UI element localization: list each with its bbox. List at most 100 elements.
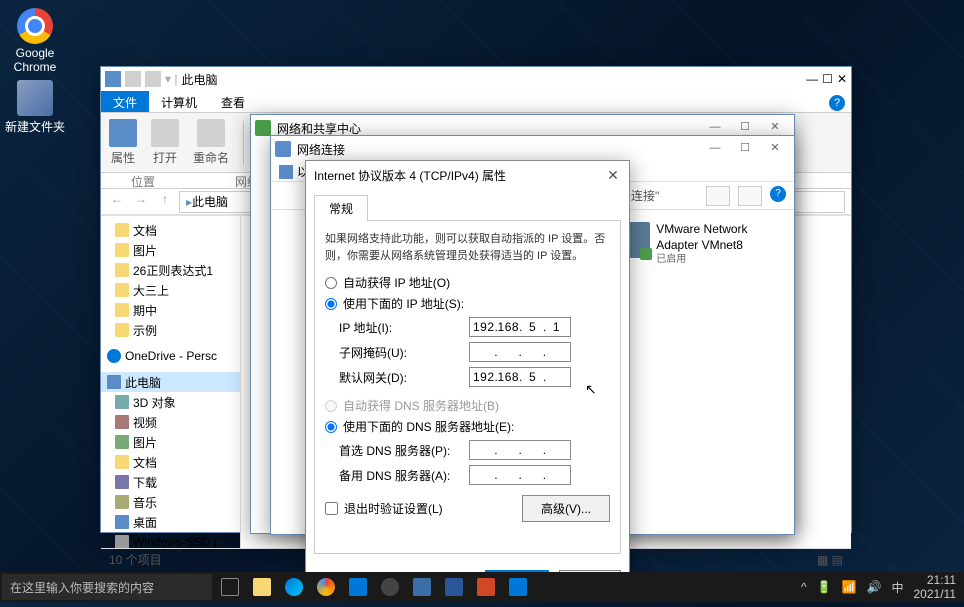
dns1-label: 首选 DNS 服务器(P): [339,442,469,459]
radio-auto-ip[interactable]: 自动获得 IP 地址(O) [325,274,610,291]
desktop-icon-label: 新建文件夹 [5,118,65,135]
dialog-description: 如果网络支持此功能，则可以获取自动指派的 IP 设置。否则，你需要从网络系统管理… [325,231,610,264]
nav-documents[interactable]: 文档 [101,220,240,240]
nav-downloads[interactable]: 下载 [101,472,240,492]
window-title: 网络和共享中心 [277,120,700,137]
ribbon-properties[interactable]: 属性 [109,119,137,166]
nav-3d[interactable]: 3D 对象 [101,392,240,412]
radio-input [325,400,337,412]
ribbon-tab-file[interactable]: 文件 [101,91,149,112]
dns2-label: 备用 DNS 服务器(A): [339,467,469,484]
desktop-icon-folder[interactable]: 新建文件夹 [5,80,65,135]
close-button[interactable]: ✕ [760,139,790,159]
status-text: 10 个项目 [109,551,162,568]
dns2-input[interactable]: ... [469,465,571,485]
nav-docs2[interactable]: 文档 [101,452,240,472]
adapter-name: VMware Network Adapter VMnet8 [656,222,782,253]
nav-example[interactable]: 示例 [101,320,240,340]
minimize-button[interactable]: — [806,72,818,86]
radio-manual-ip[interactable]: 使用下面的 IP 地址(S): [325,295,610,312]
window-title: 此电脑 [181,71,217,88]
tray-clock[interactable]: 21:11 2021/11 [914,573,957,602]
edge-taskbar-icon[interactable] [280,573,308,601]
tray-volume-icon[interactable]: 🔊 [867,580,882,594]
network-connections-icon [275,141,291,157]
nav-back[interactable]: ← [107,192,127,212]
app-taskbar-icon[interactable] [504,573,532,601]
nav-forward[interactable]: → [131,192,151,212]
tab-general[interactable]: 常规 [314,195,368,221]
qa-icon[interactable] [145,71,161,87]
help-icon[interactable]: ? [770,186,786,202]
window-title: 网络连接 [297,141,700,158]
ethernet-icon [279,165,293,179]
nav-desktop[interactable]: 桌面 [101,512,240,532]
close-button[interactable]: ✕ [601,167,625,184]
word-taskbar-icon[interactable] [440,573,468,601]
desktop-icon-label: Google Chrome [5,46,65,74]
radio-input[interactable] [325,277,337,289]
radio-input[interactable] [325,421,337,433]
close-button[interactable]: ✕ [837,72,847,86]
minimize-button[interactable]: — [700,139,730,159]
mask-label: 子网掩码(U): [339,344,469,361]
tray-ime[interactable]: 中 [891,579,903,596]
radio-manual-dns[interactable]: 使用下面的 DNS 服务器地址(E): [325,418,610,435]
ribbon-tab-view[interactable]: 查看 [209,91,257,112]
task-view-icon[interactable] [216,573,244,601]
dialog-title: Internet 协议版本 4 (TCP/IPv4) 属性 [310,167,601,184]
view-button[interactable] [738,186,762,206]
desktop-icon-chrome[interactable]: Google Chrome [5,8,65,74]
nav-up[interactable]: ↑ [155,192,175,212]
ip-address-input[interactable]: 192. 168. 5. 1 [469,317,571,337]
dns1-input[interactable]: ... [469,440,571,460]
chrome-icon [17,8,53,44]
taskbar: 在这里输入你要搜索的内容 ^ 🔋 📶 🔊 中 21:11 2021/11 [0,572,964,602]
gateway-label: 默认网关(D): [339,369,469,386]
tray-battery-icon[interactable]: 🔋 [817,580,832,594]
validate-checkbox-row[interactable]: 退出时验证设置(L) [325,500,443,517]
ribbon-rename[interactable]: 重命名 [193,119,229,166]
settings-taskbar-icon[interactable] [376,573,404,601]
store-taskbar-icon[interactable] [344,573,372,601]
folder-icon [17,80,53,116]
nav-videos[interactable]: 视频 [101,412,240,432]
tray-chevron-icon[interactable]: ^ [801,580,807,594]
nav-thispc[interactable]: 此电脑 [101,372,240,392]
adapter-vmnet8[interactable]: VMware Network Adapter VMnet8 已启用 [608,218,786,270]
gateway-input[interactable]: 192. 168. 5. [469,367,571,387]
network-sharing-icon [255,120,271,136]
search-input[interactable]: 在这里输入你要搜索的内容 [2,574,212,600]
chrome-taskbar-icon[interactable] [312,573,340,601]
advanced-button[interactable]: 高级(V)... [522,495,610,522]
ribbon-tab-computer[interactable]: 计算机 [149,91,209,112]
nav-junior[interactable]: 大三上 [101,280,240,300]
nav-ssd[interactable]: Windows-SSD ( [101,532,240,548]
ip-label: IP 地址(I): [339,319,469,336]
adapter-status: 已启用 [656,253,782,266]
ribbon-group-label: 位置 [131,173,155,188]
vmware-taskbar-icon[interactable] [408,573,436,601]
explorer-taskbar-icon[interactable] [248,573,276,601]
subnet-mask-input[interactable]: ... [469,342,571,362]
tray-wifi-icon[interactable]: 📶 [842,580,857,594]
nav-onedrive[interactable]: OneDrive - Persc [101,346,240,366]
nav-rule26[interactable]: 26正则表达式1 [101,260,240,280]
maximize-button[interactable]: ☐ [730,139,760,159]
nav-pane: 文档 图片 26正则表达式1 大三上 期中 示例 OneDrive - Pers… [101,216,241,548]
explorer-icon [105,71,121,87]
nav-midterm[interactable]: 期中 [101,300,240,320]
radio-auto-dns: 自动获得 DNS 服务器地址(B) [325,397,610,414]
help-icon[interactable]: ? [829,95,845,111]
powerpoint-taskbar-icon[interactable] [472,573,500,601]
nav-music[interactable]: 音乐 [101,492,240,512]
qa-icon[interactable] [125,71,141,87]
ribbon-open[interactable]: 打开 [151,119,179,166]
validate-checkbox[interactable] [325,502,338,515]
maximize-button[interactable]: ☐ [822,72,833,86]
view-button[interactable] [706,186,730,206]
nav-pics2[interactable]: 图片 [101,432,240,452]
view-mode-icons[interactable]: ▦ ▤ [817,553,843,567]
radio-input[interactable] [325,298,337,310]
nav-pictures[interactable]: 图片 [101,240,240,260]
